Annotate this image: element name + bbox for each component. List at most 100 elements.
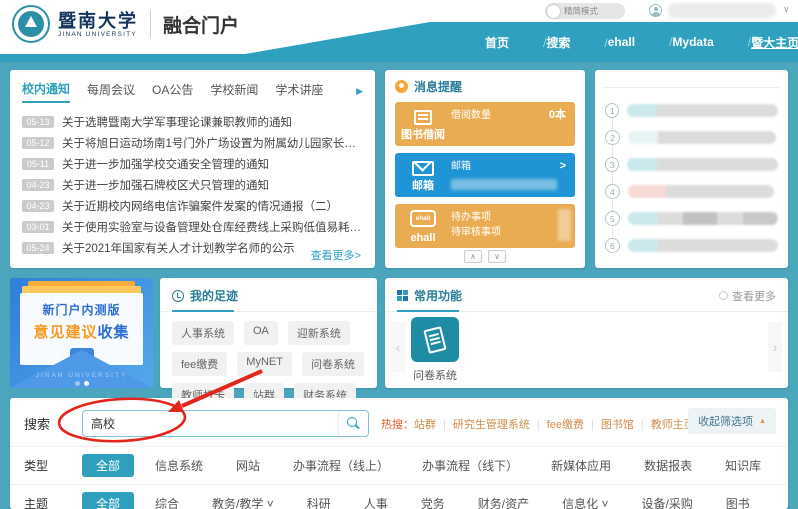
theme-filter-chip[interactable]: 全部 (82, 492, 134, 509)
footprint-app-button[interactable]: OA (244, 321, 278, 345)
schedule-item[interactable]: 5 (605, 205, 778, 232)
type-filter-chip[interactable]: 办事流程（线下） (410, 454, 530, 477)
type-filter-chip[interactable]: 全部 (82, 454, 134, 477)
ehall-app-icon: ehall (410, 210, 436, 227)
schedule-item[interactable]: 6 (605, 232, 778, 259)
review-label: 待审核事项 (451, 225, 501, 240)
university-name-zh: 暨南大学 (58, 11, 138, 31)
hot-search-link[interactable]: 站群 (414, 416, 453, 432)
carousel-next-button[interactable]: › (768, 322, 782, 372)
theme-filter-chip[interactable]: 人事 (352, 492, 400, 509)
nav-item[interactable]: 搜索 (529, 34, 590, 51)
username-redacted[interactable] (668, 3, 776, 18)
tabs-next-arrow-icon[interactable]: ▶ (356, 86, 363, 97)
notice-row[interactable]: 04-23 关于进一步加强石牌校区犬只管理的通知 (22, 174, 363, 195)
carousel-dot-active[interactable] (84, 381, 89, 386)
user-avatar-icon[interactable] (649, 4, 662, 17)
type-filter-chip[interactable]: 知识库 (713, 454, 773, 477)
search-input[interactable] (83, 417, 338, 431)
search-input-wrap (82, 410, 369, 437)
ehall-card-label: ehall (410, 232, 435, 244)
type-filter-chip[interactable]: 网站 (224, 454, 272, 477)
notice-row[interactable]: 05-12 关于将旭日运动场南1号门外广场设置为附属幼儿园家长接送车辆临时停放.… (22, 132, 363, 153)
schedule-item-redacted (627, 104, 778, 117)
notice-row[interactable]: 04-23 关于近期校内网络电信诈骗案件发案的情况通报（二） (22, 195, 363, 216)
type-filter-row: 类型 全部信息系统网站办事流程（线上）办事流程（线下）新媒体应用数据报表知识库通… (10, 446, 788, 484)
toggle-knob-icon (547, 5, 560, 18)
notice-date-badge: 05-13 (22, 116, 54, 128)
footprint-app-button[interactable]: 迎新系统 (288, 321, 350, 345)
theme-filter-chip[interactable]: 信息化 ˅ (550, 492, 620, 509)
footprints-title: 我的足迹 (190, 287, 238, 304)
theme-filter-chip[interactable]: 综合 (143, 492, 191, 509)
notice-tab[interactable]: 校内通知 (22, 80, 70, 103)
schedule-item[interactable]: 2 (605, 124, 778, 151)
notice-row[interactable]: 05-13 关于选聘暨南大学军事理论课兼职教师的通知 (22, 111, 363, 132)
theme-filter-chip[interactable]: 学工 (771, 492, 774, 509)
schedule-item-redacted (628, 185, 774, 198)
nav-item[interactable]: Mydata (655, 35, 734, 49)
notices-view-more-link[interactable]: 查看更多> (311, 247, 361, 263)
carousel-dot[interactable] (75, 381, 80, 386)
feedback-promo-banner[interactable]: 新门户内测版 意见建议收集 JINAN UNIVERSITY (10, 278, 153, 388)
pager-down-button[interactable]: ∨ (488, 250, 506, 263)
schedule-item-number: 2 (605, 130, 620, 145)
app-tile-questionnaire[interactable]: 问卷系统 (409, 317, 461, 383)
type-filter-chip[interactable]: 办事流程（线上） (281, 454, 401, 477)
notice-tab[interactable]: 学校新闻 (210, 81, 258, 102)
portal-title: 融合门户 (163, 11, 239, 38)
carousel-prev-button[interactable]: ‹ (391, 322, 405, 372)
notice-tab[interactable]: OA公告 (152, 81, 193, 102)
more-circle-icon (719, 291, 728, 300)
user-menu-caret-icon[interactable]: ∨ (783, 4, 790, 15)
theme-filter-chip[interactable]: 党务 (409, 492, 457, 509)
type-filter-chip[interactable]: 数据报表 (632, 454, 704, 477)
schedule-item[interactable]: 3 (605, 151, 778, 178)
theme-filter-chip[interactable]: 财务/资产 (466, 492, 541, 509)
message-pager: ∧ ∨ (385, 250, 585, 263)
type-filter-chip[interactable]: 信息系统 (143, 454, 215, 477)
theme-filter-chip[interactable]: 图书 (714, 492, 762, 509)
ehall-message-card[interactable]: ehall ehall 待办事项 待审核事项 (395, 204, 575, 248)
type-filter-options: 全部信息系统网站办事流程（线上）办事流程（线下）新媒体应用数据报表知识库通讯录其… (82, 454, 774, 477)
search-button[interactable] (338, 411, 368, 436)
banner-line1: 新门户内测版 (20, 301, 143, 318)
notice-title: 关于将旭日运动场南1号门外广场设置为附属幼儿园家长接送车辆临时停放... (62, 135, 363, 151)
footprint-app-button[interactable]: 问卷系统 (302, 352, 364, 376)
borrow-count-value: 0本 (549, 108, 566, 123)
schedule-item-redacted (628, 131, 776, 144)
notice-date-badge: 05-11 (22, 158, 54, 170)
nav-item[interactable]: 首页 (468, 34, 529, 51)
hot-search-link[interactable]: fee缴费 (547, 416, 601, 432)
footprint-app-button[interactable]: fee缴费 (172, 352, 227, 376)
theme-filter-chip[interactable]: 教务/教学 ˅ (200, 492, 286, 509)
notice-date-badge: 04-23 (22, 200, 54, 212)
schedule-item[interactable]: 4 (605, 178, 778, 205)
simple-mode-toggle[interactable]: 精简模式 (545, 3, 625, 19)
footprint-app-button[interactable]: MyNET (237, 352, 292, 376)
collapse-filters-button[interactable]: 收起筛选项 ▲ (688, 408, 776, 434)
library-message-card[interactable]: 图书借阅 借阅数量 0本 (395, 102, 575, 146)
hot-search-link[interactable]: 图书馆 (601, 416, 651, 432)
nav-item[interactable]: 暨大主页 (734, 34, 798, 51)
notice-tab[interactable]: 学术讲座 (275, 81, 323, 102)
theme-filter-chip[interactable]: 科研 (295, 492, 343, 509)
type-filter-chip[interactable]: 新媒体应用 (539, 454, 623, 477)
nav-item[interactable]: ehall (591, 35, 656, 49)
message-reminder-panel: 消息提醒 图书借阅 借阅数量 0本 邮箱 邮箱 > (385, 70, 585, 268)
common-view-more-link[interactable]: 查看更多 (719, 288, 776, 304)
schedule-item[interactable]: 1 (605, 97, 778, 124)
grid-icon (397, 290, 408, 301)
notice-row[interactable]: 03-01 关于使用实验室与设备管理处仓库经费线上采购低值易耗品的通知 (22, 216, 363, 237)
footprint-app-button[interactable]: 人事系统 (172, 321, 234, 345)
notice-title: 关于进一步加强石牌校区犬只管理的通知 (62, 177, 269, 193)
message-panel-title: 消息提醒 (414, 78, 462, 95)
schedule-item-redacted (628, 239, 778, 252)
hot-search-link[interactable]: 研究生管理系统 (453, 416, 547, 432)
notice-title: 关于近期校内网络电信诈骗案件发案的情况通报（二） (62, 198, 338, 214)
notice-tab[interactable]: 每周会议 (87, 81, 135, 102)
mail-message-card[interactable]: 邮箱 邮箱 > (395, 153, 575, 197)
theme-filter-chip[interactable]: 设备/采购 (629, 492, 704, 509)
pager-up-button[interactable]: ∧ (464, 250, 482, 263)
notice-row[interactable]: 05-11 关于进一步加强学校交通安全管理的通知 (22, 153, 363, 174)
